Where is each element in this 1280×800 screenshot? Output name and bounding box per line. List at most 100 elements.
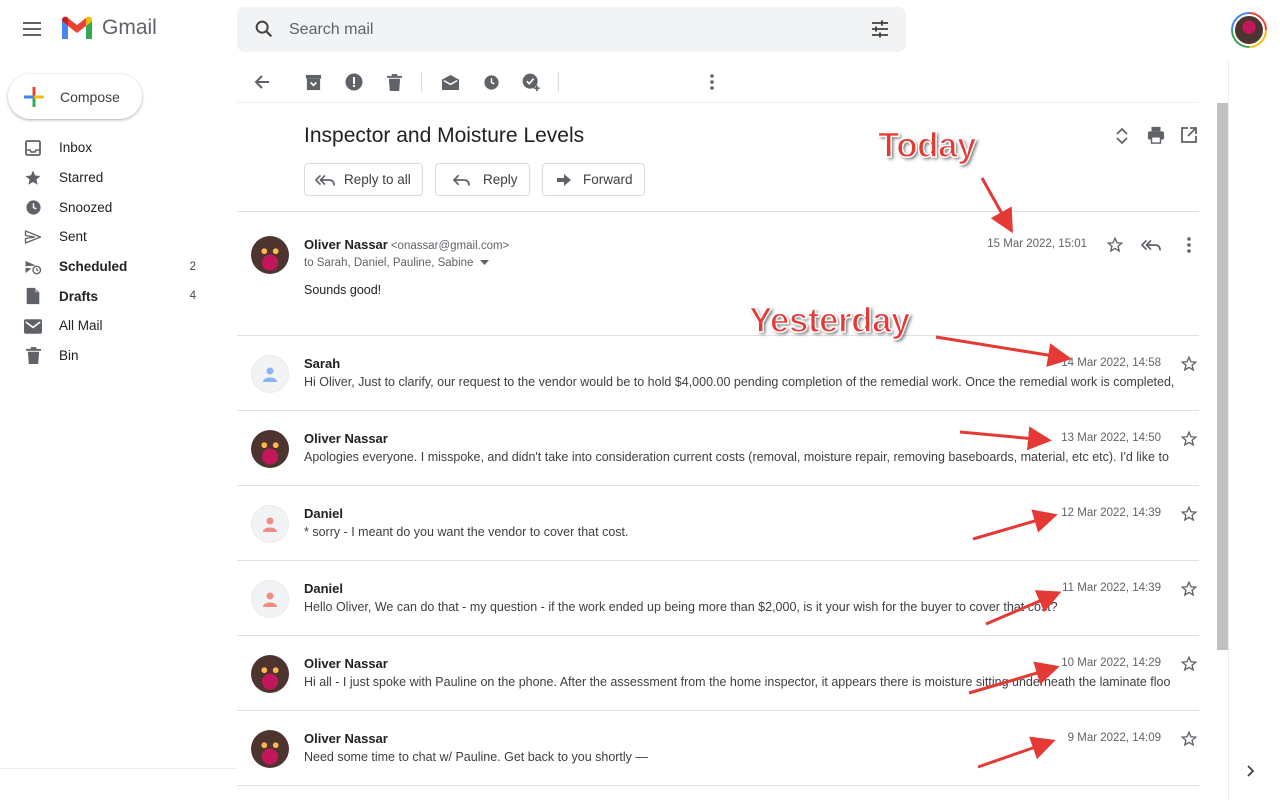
avatar[interactable] — [251, 505, 289, 543]
person-icon — [263, 517, 277, 532]
forward-button[interactable]: Forward — [542, 163, 645, 196]
search-options-icon[interactable] — [870, 19, 890, 44]
sidebar-item-inbox[interactable]: Inbox — [0, 133, 220, 163]
sidebar-item-label: Bin — [59, 348, 79, 364]
list-item[interactable]: Sarah Hi Oliver, Just to clarify, our re… — [237, 335, 1199, 410]
star-icon[interactable] — [1179, 654, 1199, 674]
sidebar-item-label: Sent — [59, 229, 87, 245]
message-date: 13 Mar 2022, 14:50 — [1061, 432, 1161, 444]
sidebar-item-drafts[interactable]: Drafts 4 — [0, 281, 220, 311]
more-vert-icon[interactable] — [1179, 235, 1199, 255]
reply-all-label: Reply to all — [344, 172, 411, 187]
sender-name: Oliver Nassar — [304, 431, 388, 446]
message-body: Sounds good! — [304, 283, 382, 297]
add-task-icon[interactable] — [520, 71, 542, 93]
message-date: 10 Mar 2022, 14:29 — [1061, 657, 1161, 669]
sidebar-item-snoozed[interactable]: Snoozed — [0, 192, 220, 222]
star-icon[interactable] — [1179, 429, 1199, 449]
message-snippet: Hello Oliver, We can do that - my questi… — [304, 600, 1058, 614]
avatar[interactable] — [251, 655, 289, 693]
print-icon[interactable] — [1147, 126, 1165, 149]
star-icon — [24, 169, 42, 187]
sidebar-item-label: Starred — [59, 170, 104, 186]
sidebar-item-sent[interactable]: Sent — [0, 222, 220, 252]
sender-name: Daniel — [304, 506, 344, 521]
archive-icon[interactable] — [302, 71, 324, 93]
sidebar-item-label: Drafts — [59, 288, 99, 304]
sidebar-nav: Inbox Starred Snoozed Sent Scheduled 2 D… — [0, 133, 220, 371]
sidebar-item-label: Snoozed — [59, 199, 113, 215]
app-name: Gmail — [102, 16, 157, 39]
person-icon — [263, 367, 277, 382]
recipients[interactable]: to Sarah, Daniel, Pauline, Sabine — [304, 257, 489, 269]
reply-button[interactable]: Reply — [435, 163, 530, 196]
star-icon[interactable] — [1179, 729, 1199, 749]
trash-icon — [24, 347, 42, 365]
inbox-icon — [24, 139, 42, 157]
reply-all-button[interactable]: Reply to all — [304, 163, 423, 196]
sidebar-item-scheduled[interactable]: Scheduled 2 — [0, 252, 220, 282]
mark-unread-icon[interactable] — [439, 71, 461, 93]
list-item[interactable]: Oliver Nassar Apologies everyone. I miss… — [237, 410, 1199, 485]
thread-toolbar — [237, 60, 1199, 103]
expand-all-icon[interactable] — [1115, 127, 1129, 150]
search-bar[interactable] — [237, 7, 906, 52]
search-icon[interactable] — [253, 18, 275, 45]
sender-email: <onassar@gmail.com> — [390, 240, 510, 252]
account-avatar[interactable] — [1231, 12, 1267, 48]
message-snippet: * sorry - I meant do you want the vendor… — [304, 525, 629, 539]
scheduled-send-icon — [24, 258, 42, 276]
chevron-right-icon[interactable] — [1246, 764, 1256, 783]
sidebar-item-all-mail[interactable]: All Mail — [0, 311, 220, 341]
reply-label: Reply — [483, 172, 518, 187]
delete-icon[interactable] — [383, 71, 405, 93]
avatar[interactable] — [251, 355, 289, 393]
more-vert-icon[interactable] — [701, 71, 723, 93]
annotation-today: Today — [877, 125, 977, 166]
open-new-window-icon[interactable] — [1181, 127, 1197, 148]
sender-name: Sarah — [304, 356, 341, 371]
avatar[interactable] — [251, 580, 289, 618]
avatar[interactable] — [251, 236, 289, 274]
list-item[interactable]: Oliver Nassar Hi all - I just spoke with… — [237, 635, 1199, 710]
star-icon[interactable] — [1179, 354, 1199, 374]
thread-subject: Inspector and Moisture Levels — [304, 124, 585, 147]
search-input[interactable] — [289, 7, 849, 52]
sender-name: Oliver Nassar — [304, 731, 388, 746]
star-icon[interactable] — [1179, 504, 1199, 524]
avatar[interactable] — [251, 430, 289, 468]
message-date: 11 Mar 2022, 14:39 — [1062, 582, 1161, 594]
plus-icon — [24, 86, 44, 107]
list-item[interactable]: Oliver Nassar Need some time to chat w/ … — [237, 710, 1199, 786]
snooze-icon[interactable] — [480, 71, 502, 93]
sidebar-item-bin[interactable]: Bin — [0, 341, 220, 371]
scheduled-count: 2 — [189, 260, 196, 273]
list-item[interactable]: Daniel * sorry - I meant do you want the… — [237, 485, 1199, 560]
main-menu-icon[interactable] — [20, 16, 46, 42]
message-snippet: Hi all - I just spoke with Pauline on th… — [304, 675, 1171, 689]
avatar[interactable] — [251, 730, 289, 768]
drafts-count: 4 — [189, 290, 196, 303]
star-icon[interactable] — [1179, 579, 1199, 599]
reply-icon[interactable] — [1141, 235, 1161, 255]
message-date: 15 Mar 2022, 15:01 — [987, 238, 1087, 250]
sidebar-item-starred[interactable]: Starred — [0, 163, 220, 193]
expanded-message[interactable]: Oliver Nassar <onassar@gmail.com> to Sara… — [237, 211, 1199, 335]
message-date: 9 Mar 2022, 14:09 — [1067, 732, 1161, 744]
divider — [0, 768, 236, 769]
back-arrow-icon[interactable] — [251, 71, 273, 93]
clock-icon — [24, 198, 42, 216]
chevron-down-icon — [479, 260, 489, 265]
star-icon[interactable] — [1105, 235, 1125, 255]
message-date: 14 Mar 2022, 14:58 — [1061, 357, 1161, 369]
sender-name: Daniel — [304, 581, 344, 596]
list-item[interactable]: Daniel Hello Oliver, We can do that - my… — [237, 560, 1199, 635]
toolbar-divider — [421, 72, 422, 92]
person-icon — [263, 592, 277, 607]
compose-button[interactable]: Compose — [8, 74, 142, 119]
report-spam-icon[interactable] — [343, 71, 365, 93]
gmail-logo[interactable]: Gmail — [60, 15, 157, 41]
compose-label: Compose — [60, 88, 120, 105]
thread-view: Inspector and Moisture Levels Reply to a… — [237, 60, 1199, 800]
sender-name[interactable]: Oliver Nassar <onassar@gmail.com> — [304, 237, 509, 252]
